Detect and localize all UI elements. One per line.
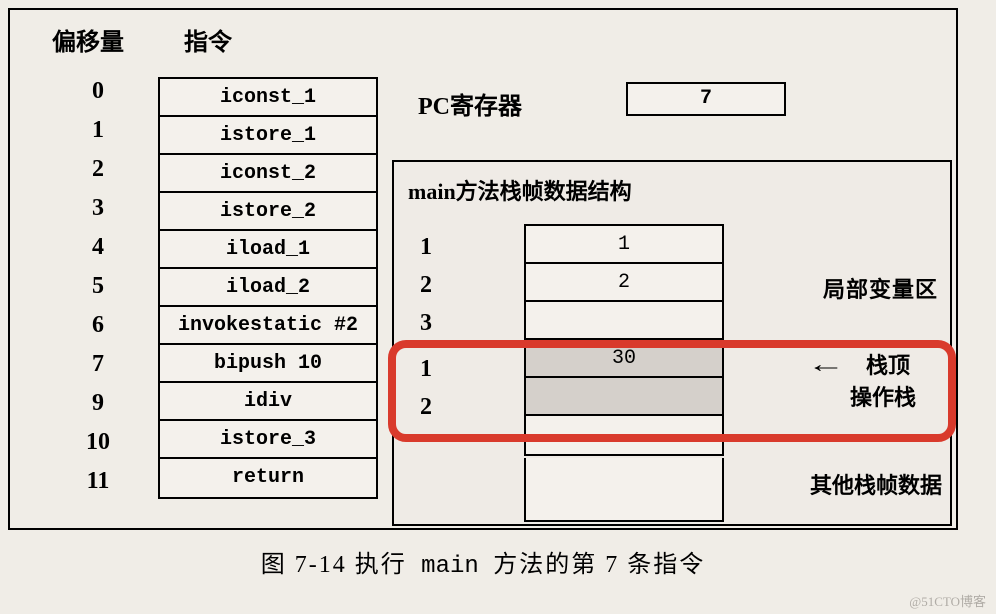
instr-cell: istore_3 [160, 421, 376, 459]
instr-cell: iconst_2 [160, 155, 376, 193]
caption-prefix: 图 7-14 执行 [261, 552, 407, 578]
opstack-label: 操作栈 [850, 380, 916, 412]
offset-cell: 7 [68, 351, 128, 390]
lv-cell [526, 302, 722, 340]
figure-frame: 偏移量 指令 0 1 2 3 4 5 6 7 9 10 11 iconst_1 … [8, 8, 958, 530]
instr-cell: istore_2 [160, 193, 376, 231]
instr-cell: bipush 10 [160, 345, 376, 383]
offset-cell: 3 [68, 195, 128, 234]
stackframe-title: main方法栈帧数据结构 [408, 174, 950, 206]
lv-index: 3 [420, 310, 432, 348]
watermark: @51CTO博客 [909, 591, 986, 610]
arrow-left-icon: ← [807, 352, 845, 379]
offset-cell: 1 [68, 117, 128, 156]
offset-cell: 2 [68, 156, 128, 195]
offset-cell: 0 [68, 78, 128, 117]
stack-top-label: 栈顶 [866, 348, 910, 380]
pc-register-value: 7 [626, 82, 786, 116]
opstack-table: 30 [524, 340, 724, 456]
op-cell-top: 30 [526, 340, 722, 378]
opstack-index-column: 1 2 [420, 356, 432, 432]
offset-cell: 6 [68, 312, 128, 351]
offset-cell: 5 [68, 273, 128, 312]
stackframe-box: main方法栈帧数据结构 1 2 3 1 2 1 2 30 局部变量区 ← 栈顶… [392, 160, 952, 526]
other-frame-data-box [524, 458, 724, 522]
localvar-label: 局部变量区 [823, 272, 938, 304]
op-cell [526, 378, 722, 416]
instr-cell: iconst_1 [160, 79, 376, 117]
instr-cell: istore_1 [160, 117, 376, 155]
instruction-header: 指令 [184, 22, 232, 57]
localvar-index-column: 1 2 3 [420, 234, 432, 348]
lv-index: 1 [420, 234, 432, 272]
op-cell-empty [526, 416, 722, 454]
instruction-column: iconst_1 istore_1 iconst_2 istore_2 iloa… [158, 77, 378, 499]
pc-register-label: PC寄存器 [418, 86, 522, 121]
instr-cell: iload_1 [160, 231, 376, 269]
instr-cell: return [160, 459, 376, 497]
instr-cell: iload_2 [160, 269, 376, 307]
offset-cell: 11 [68, 468, 128, 507]
caption-mono: main [407, 553, 493, 580]
figure-caption: 图 7-14 执行 main 方法的第 7 条指令 [8, 544, 958, 580]
offset-header: 偏移量 [52, 22, 124, 57]
lv-cell: 1 [526, 226, 722, 264]
instr-cell: invokestatic #2 [160, 307, 376, 345]
offset-cell: 10 [68, 429, 128, 468]
lv-index: 2 [420, 272, 432, 310]
other-data-label: 其他栈帧数据 [810, 468, 942, 500]
lv-cell: 2 [526, 264, 722, 302]
offset-column: 0 1 2 3 4 5 6 7 9 10 11 [68, 78, 128, 507]
offset-cell: 9 [68, 390, 128, 429]
op-index: 1 [420, 356, 432, 394]
instr-cell: idiv [160, 383, 376, 421]
offset-cell: 4 [68, 234, 128, 273]
caption-suffix: 方法的第 7 条指令 [493, 552, 705, 578]
localvar-table: 1 2 [524, 224, 724, 340]
op-index: 2 [420, 394, 432, 432]
